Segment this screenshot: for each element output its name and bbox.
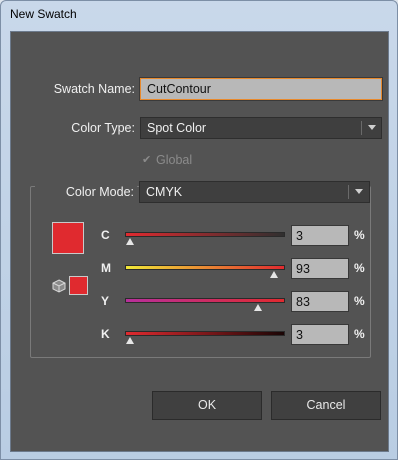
- dialog-body: Swatch Name: CutContour Color Type: Spot…: [10, 31, 389, 452]
- color-mode-select[interactable]: CMYK: [139, 181, 370, 203]
- slider-track-y[interactable]: [125, 298, 285, 303]
- slider-track-k[interactable]: [125, 331, 285, 336]
- checkmark-icon: ✔: [142, 154, 152, 166]
- channel-label-c: C: [101, 228, 110, 242]
- global-label: Global: [156, 153, 193, 167]
- slider-thumb-k[interactable]: [125, 337, 134, 344]
- slider-thumb-y[interactable]: [253, 304, 262, 311]
- color-mode-value: CMYK: [146, 185, 183, 199]
- channel-label-y: Y: [101, 294, 110, 308]
- slider-track-m[interactable]: [125, 265, 285, 270]
- global-checkbox[interactable]: ✔ Global: [142, 153, 192, 167]
- chevron-down-icon: [368, 125, 376, 130]
- cancel-button[interactable]: Cancel: [271, 391, 381, 420]
- channel-value-c[interactable]: 3: [291, 225, 349, 246]
- channel-label-m: M: [101, 261, 111, 275]
- percent-label: %: [354, 327, 365, 341]
- new-swatch-dialog: New Swatch Swatch Name: CutContour Color…: [0, 0, 398, 460]
- channel-value-y[interactable]: 83: [291, 291, 349, 312]
- chevron-down-icon: [355, 189, 363, 194]
- slider-track-c[interactable]: [125, 232, 285, 237]
- color-type-select[interactable]: Spot Color: [140, 117, 382, 139]
- percent-label: %: [354, 294, 365, 308]
- cube-icon[interactable]: [52, 279, 66, 293]
- color-type-value: Spot Color: [147, 121, 207, 135]
- window-title: New Swatch: [10, 7, 77, 21]
- percent-label: %: [354, 261, 365, 275]
- slider-thumb-m[interactable]: [269, 271, 278, 278]
- percent-label: %: [354, 228, 365, 242]
- slider-thumb-c[interactable]: [125, 238, 134, 245]
- out-of-gamut-swatch[interactable]: [69, 276, 88, 295]
- swatch-name-label: Swatch Name:: [53, 82, 135, 96]
- select-separator: [348, 185, 349, 199]
- channel-value-k[interactable]: 3: [291, 324, 349, 345]
- select-separator: [361, 121, 362, 135]
- ok-button[interactable]: OK: [152, 391, 262, 420]
- swatch-name-input[interactable]: CutContour: [139, 77, 383, 101]
- color-type-label: Color Type:: [71, 121, 135, 135]
- color-preview-swatch: [52, 222, 84, 254]
- channel-value-m[interactable]: 93: [291, 258, 349, 279]
- channel-label-k: K: [101, 327, 110, 341]
- color-mode-label: Color Mode:: [65, 185, 134, 199]
